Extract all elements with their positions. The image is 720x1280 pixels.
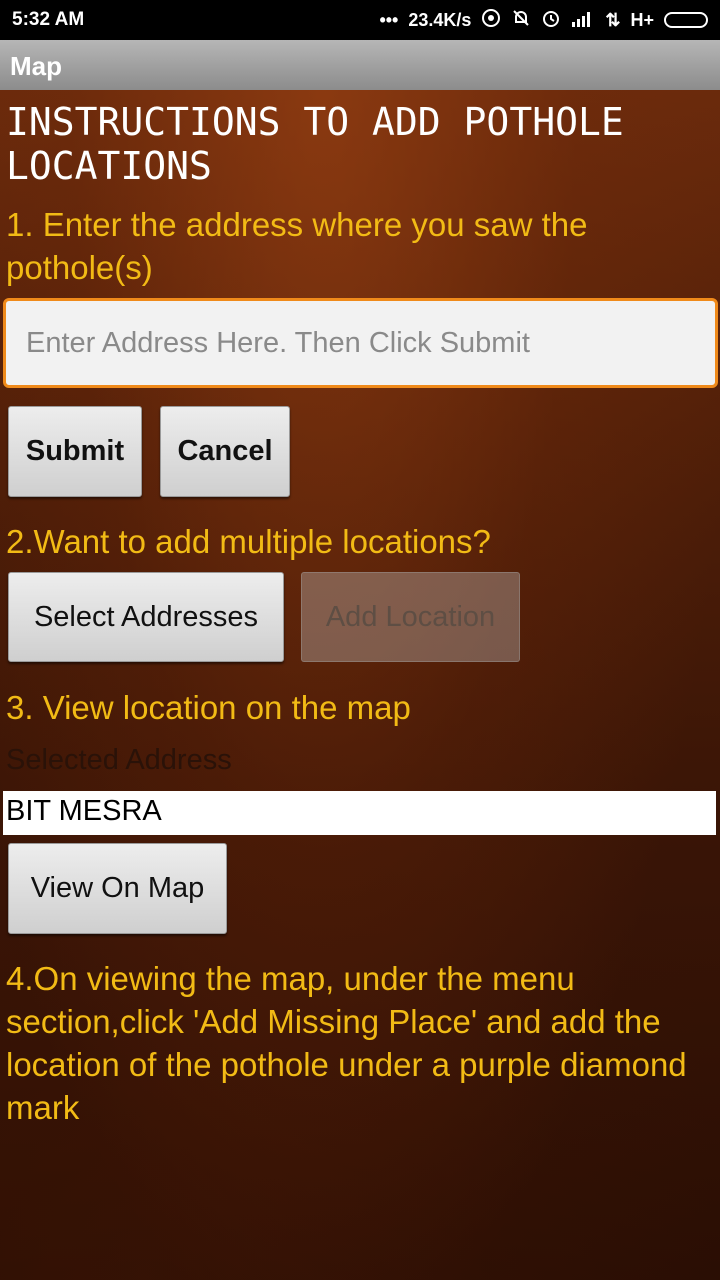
add-location-button[interactable]: Add Location (301, 572, 520, 662)
alarm-icon (541, 8, 561, 32)
instructions-heading: INSTRUCTIONS TO ADD POTHOLE LOCATIONS (6, 100, 624, 188)
step-1-text: 1. Enter the address where you saw the p… (6, 206, 588, 286)
submit-button[interactable]: Submit (8, 406, 142, 497)
status-bar: 5:32 AM ••• 23.4K/s ⇅ H+ (0, 0, 720, 40)
hotspot-icon (481, 8, 501, 32)
view-on-map-button[interactable]: View On Map (8, 843, 227, 934)
mute-bell-icon (511, 8, 531, 32)
battery-icon (664, 12, 708, 28)
select-addresses-button[interactable]: Select Addresses (8, 572, 284, 662)
cancel-button[interactable]: Cancel (160, 406, 290, 497)
status-time: 5:32 AM (12, 9, 85, 30)
step-4-text: 4.On viewing the map, under the menu sec… (6, 960, 687, 1126)
address-input[interactable] (3, 298, 718, 388)
data-arrows-icon: ⇅ (605, 10, 621, 30)
step-3-text: 3. View location on the map (6, 689, 411, 726)
network-type: H+ (630, 10, 654, 30)
main-content: INSTRUCTIONS TO ADD POTHOLE LOCATIONS 1.… (0, 90, 720, 1280)
step-2-text: 2.Want to add multiple locations? (6, 523, 491, 560)
app-title: Map (10, 51, 62, 81)
title-bar: Map (0, 40, 720, 90)
network-speed: 23.4K/s (408, 10, 472, 30)
selected-address-label: Selected Address (6, 744, 232, 776)
dots-icon: ••• (379, 10, 399, 30)
status-icons: ••• 23.4K/s ⇅ H+ (379, 8, 708, 32)
signal-icon (571, 9, 595, 31)
selected-address-field[interactable]: BIT MESRA (3, 791, 716, 835)
